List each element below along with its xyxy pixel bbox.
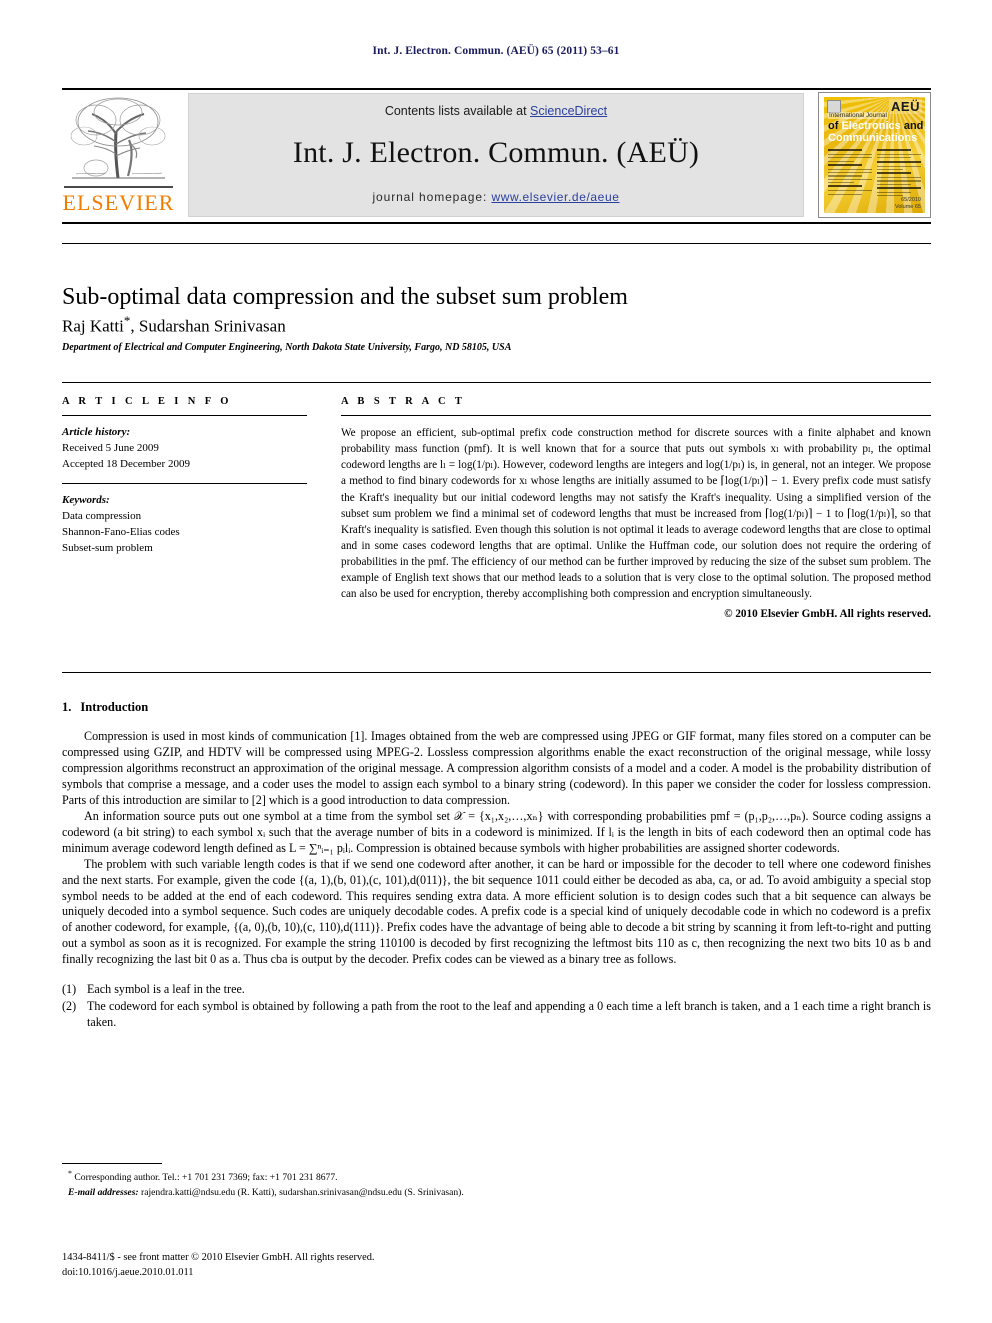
article-history-group: Article history: Received 5 June 2009 Ac… — [62, 425, 307, 473]
cover-issue-line-2: Volume 65 — [895, 204, 921, 211]
footnotes: * Corresponding author. Tel.: +1 701 231… — [62, 1168, 662, 1200]
cover-line-2c: and — [900, 120, 924, 132]
list-item: (2) The codeword for each symbol is obta… — [62, 999, 931, 1031]
cover-column-right — [877, 149, 921, 199]
list-item-text: The codeword for each symbol is obtained… — [87, 999, 931, 1030]
page-title: Sub-optimal data compression and the sub… — [62, 284, 628, 311]
keywords-divider-rule — [62, 482, 307, 484]
keyword-item: Data compression — [62, 509, 142, 522]
cover-issue-line-1: 65/2010 — [901, 197, 921, 204]
section-heading-introduction: 1. Introduction — [62, 700, 931, 715]
cover-issue-info: 65/2010 Volume 65 — [895, 197, 921, 211]
journal-title: Int. J. Electron. Commun. (AEÜ) — [292, 136, 700, 169]
corresponding-note-marker: * — [68, 1169, 72, 1178]
contents-prefix: Contents lists available at — [384, 104, 531, 118]
article-history-label: Article history: — [62, 426, 131, 438]
list-item-text: Each symbol is a leaf in the tree. — [87, 982, 245, 997]
banner-bottom-rule — [62, 222, 931, 224]
sciencedirect-link[interactable]: ScienceDirect — [530, 104, 607, 118]
footnote-rule — [62, 1163, 162, 1164]
corresponding-note-text: Corresponding author. Tel.: +1 701 231 7… — [74, 1172, 338, 1184]
homepage-line: journal homepage: www.elsevier.de/aeue — [189, 190, 803, 204]
article-history-received: Received 5 June 2009 — [62, 441, 159, 454]
paper-page: Int. J. Electron. Commun. (AEÜ) 65 (2011… — [0, 0, 992, 1323]
email-note: E-mail addresses: rajendra.katti@ndsu.ed… — [62, 1186, 662, 1200]
list-item-marker: (2) — [62, 999, 77, 1014]
cover-line-2a: of — [828, 120, 842, 132]
elsevier-wordmark: ELSEVIER — [62, 190, 175, 215]
cover-column-left — [828, 149, 872, 197]
journal-homepage-link[interactable]: www.elsevier.de/aeue — [491, 190, 619, 204]
list-item: (1) Each symbol is a leaf in the tree. — [62, 982, 931, 998]
section-number: 1. — [62, 700, 72, 714]
elsevier-logo: ELSEVIER — [62, 92, 175, 218]
issn-line: 1434-8411/$ - see front matter © 2010 El… — [62, 1252, 375, 1263]
abstract-bottom-rule — [62, 672, 931, 673]
cover-badge: AEÜ — [889, 99, 922, 114]
article-history-accepted: Accepted 18 December 2009 — [62, 457, 190, 470]
journal-cover-thumbnail[interactable]: AEÜ International Journal of Electronics… — [818, 92, 931, 218]
author-secondary: , Sudarshan Srinivasan — [130, 316, 286, 336]
journal-banner: Contents lists available at ScienceDirec… — [188, 93, 804, 217]
abstract-heading: A B S T R A C T — [341, 396, 466, 407]
doi-line: doi:10.1016/j.aeue.2010.01.011 — [62, 1267, 194, 1279]
author-primary: Raj Katti — [62, 316, 124, 336]
author-list: Raj Katti*, Sudarshan Srinivasan — [62, 313, 842, 337]
affiliation: Department of Electrical and Computer En… — [62, 342, 512, 353]
keywords-label: Keywords: — [62, 493, 110, 506]
article-info-rule — [62, 415, 307, 416]
info-top-rule — [62, 382, 931, 383]
cover-line-2: of Electronics and — [828, 120, 923, 132]
section-title: Introduction — [80, 700, 149, 714]
article-info-heading: A R T I C L E I N F O — [62, 396, 232, 407]
copyright-notice: © 2010 Elsevier GmbH. All rights reserve… — [724, 608, 931, 621]
intro-paragraph-2: An information source puts out one symbo… — [62, 808, 931, 855]
keyword-item: Shannon-Fano-Elias codes — [62, 525, 180, 538]
keywords-group: Keywords: Data compression Shannon-Fano-… — [62, 493, 307, 557]
email-label: E-mail addresses: — [68, 1186, 139, 1198]
cover-artwork: AEÜ International Journal of Electronics… — [824, 97, 925, 213]
list-item-marker: (1) — [62, 982, 77, 997]
email-addresses: rajendra.katti@ndsu.edu (R. Katti), suda… — [141, 1186, 464, 1198]
keyword-item: Subset-sum problem — [62, 541, 153, 554]
intro-paragraph-1: Compression is used in most kinds of com… — [62, 729, 931, 807]
title-separator-rule — [62, 243, 931, 244]
intro-paragraph-3: The problem with such variable length co… — [62, 856, 931, 967]
prefix-tree-property-list: (1) Each symbol is a leaf in the tree. (… — [62, 982, 931, 1031]
homepage-prefix: journal homepage: — [372, 190, 492, 204]
contents-line: Contents lists available at ScienceDirec… — [189, 104, 803, 118]
abstract-rule — [341, 415, 931, 416]
article-info-column: A R T I C L E I N F O Article history: R… — [62, 396, 307, 557]
imprint-block: 1434-8411/$ - see front matter © 2010 El… — [62, 1250, 662, 1280]
banner-top-rule — [62, 88, 931, 90]
cover-line-3: Communications — [828, 132, 918, 144]
abstract-column: A B S T R A C T We propose an efficient,… — [341, 396, 931, 620]
corresponding-author-note: * Corresponding author. Tel.: +1 701 231… — [62, 1168, 662, 1186]
elsevier-tree-icon — [70, 97, 166, 179]
elsevier-divider — [64, 186, 173, 188]
running-head: Int. J. Electron. Commun. (AEÜ) 65 (2011… — [372, 45, 620, 57]
abstract-text: We propose an efficient, sub-optimal pre… — [341, 427, 931, 601]
cover-line-2b: Electronics — [841, 120, 901, 132]
body-content: 1. Introduction Compression is used in mo… — [62, 700, 931, 1032]
cover-line-1: International Journal — [828, 112, 888, 119]
